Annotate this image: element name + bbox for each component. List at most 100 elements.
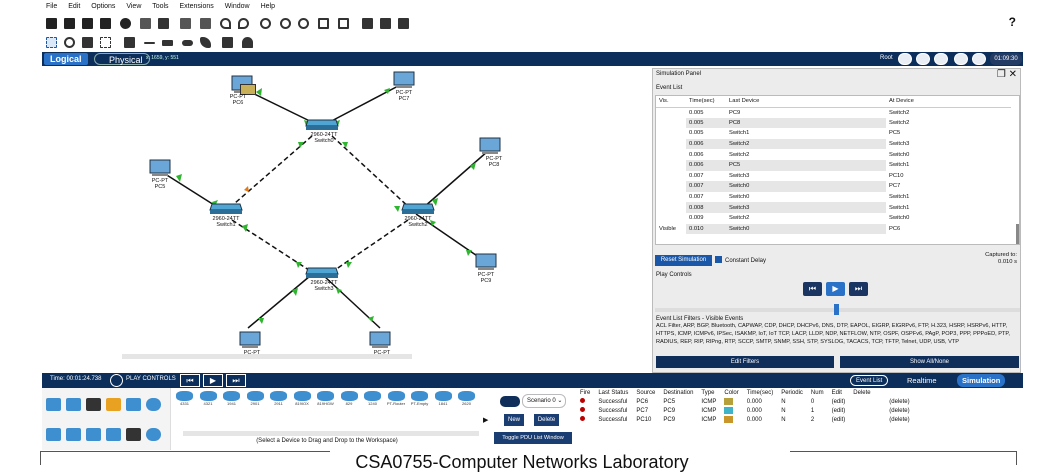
scenario-select[interactable]: Scenario 0 ⌄ — [522, 394, 566, 408]
pdu-cell-delete[interactable]: (delete) — [849, 406, 913, 415]
checkbox-checked-icon[interactable] — [715, 256, 722, 263]
pc6-node[interactable]: PC-PT PC6 — [228, 74, 260, 114]
step-back-icon[interactable]: ⏮ — [803, 282, 822, 296]
pdu-cell-delete[interactable]: (delete) — [849, 397, 913, 406]
end-devices-icon[interactable] — [66, 398, 81, 411]
scenario-toggle-icon[interactable] — [500, 396, 520, 407]
event-row[interactable]: 0.005 PC8 Switch2 — [656, 117, 1011, 129]
zoom-out-icon[interactable] — [298, 18, 309, 29]
pc11-node[interactable]: PC-PT — [238, 330, 270, 366]
back-icon[interactable] — [898, 53, 912, 65]
event-list-toggle[interactable]: Event List — [850, 375, 889, 386]
delete-scenario-button[interactable]: Delete — [534, 414, 559, 426]
device-model-item[interactable]: 819IOX — [293, 391, 312, 410]
back-button-icon[interactable]: ⏮ — [180, 374, 200, 387]
device-model-item[interactable]: 829 — [340, 391, 359, 410]
switch2-node[interactable]: 2960-24TT Switch2 — [400, 202, 440, 232]
tab-physical[interactable]: Physical — [94, 53, 150, 65]
note-icon[interactable] — [124, 37, 135, 48]
pdu-cell-edit[interactable]: (edit) — [828, 415, 850, 424]
pdu-cell-delete[interactable]: (delete) — [849, 415, 913, 424]
event-row[interactable]: 0.007 Switch0 PC7 — [656, 181, 1011, 192]
toggle-pdu-list-button[interactable]: Toggle PDU List Window — [494, 432, 572, 444]
fire-icon[interactable] — [580, 407, 585, 412]
switch0-node[interactable]: 2960-24TT Switch0 — [304, 118, 344, 148]
event-row[interactable]: 0.005 PC9 Switch2 — [656, 107, 1011, 118]
routers-icon[interactable] — [46, 428, 61, 441]
tab-logical[interactable]: Logical — [44, 53, 88, 65]
play-speed-slider[interactable] — [655, 304, 1020, 315]
simple-pdu-icon[interactable] — [222, 37, 233, 48]
inspect-icon[interactable] — [64, 37, 75, 48]
line-icon[interactable] — [144, 42, 155, 44]
device-model-item[interactable]: 1841 — [434, 391, 453, 410]
switches-icon[interactable] — [66, 428, 81, 441]
event-row[interactable]: 0.006 Switch2 Switch0 — [656, 149, 1011, 160]
print-icon[interactable] — [100, 18, 111, 29]
simulation-mode-tab[interactable]: Simulation — [957, 374, 1006, 387]
reset-simulation-button[interactable]: Reset Simulation — [655, 255, 712, 266]
device-model-item[interactable]: 4331 — [175, 391, 194, 410]
menu-help[interactable]: Help — [261, 3, 275, 10]
switch1-node[interactable]: 2960-24TT Switch1 — [208, 202, 248, 232]
menu-extensions[interactable]: Extensions — [180, 3, 214, 10]
device-model-item[interactable]: 819HGW — [316, 391, 335, 410]
activity-wizard-icon[interactable] — [158, 18, 169, 29]
info-icon[interactable] — [120, 18, 131, 29]
device-model-item[interactable]: PT-Empty — [410, 391, 429, 410]
new-scenario-button[interactable]: New — [504, 414, 524, 426]
pc9-node[interactable]: PC-PT PC9 — [474, 252, 506, 288]
menu-file[interactable]: File — [46, 3, 57, 10]
device-model-item[interactable]: 1941 — [222, 391, 241, 410]
custom-device-icon[interactable] — [338, 18, 349, 29]
cluster-icon[interactable] — [954, 53, 968, 65]
event-row[interactable]: 0.005 Switch1 PC5 — [656, 128, 1011, 139]
pc10-node[interactable]: PC-PT — [368, 330, 400, 366]
complex-pdu-icon[interactable] — [242, 37, 253, 48]
menu-window[interactable]: Window — [225, 3, 250, 10]
wireless-icon[interactable] — [106, 428, 121, 441]
paste-icon[interactable] — [200, 18, 211, 29]
play-icon[interactable]: ▶ — [826, 282, 845, 296]
switch3-node[interactable]: 2960-24TT Switch3 — [304, 266, 344, 296]
pdu-icon[interactable] — [380, 18, 391, 29]
components-icon[interactable] — [86, 398, 101, 411]
redo-icon[interactable] — [238, 18, 249, 29]
zoom-reset-icon[interactable] — [280, 18, 291, 29]
move-icon[interactable] — [934, 53, 948, 65]
pc5-node[interactable]: PC-PT PC5 — [148, 158, 180, 194]
network-info-icon[interactable] — [140, 18, 151, 29]
ellipse-icon[interactable] — [182, 40, 193, 46]
event-row[interactable]: 0.007 Switch0 Switch1 — [656, 192, 1011, 203]
freeform-icon[interactable] — [200, 37, 211, 48]
show-all-none-button[interactable]: Show All/None — [840, 356, 1019, 368]
wan-emulation-icon[interactable] — [146, 428, 161, 441]
step-forward-icon[interactable]: ⏭ — [849, 282, 868, 296]
pdu-fire[interactable] — [576, 415, 594, 424]
rectangle-icon[interactable] — [162, 40, 173, 46]
device-model-item[interactable]: 2620 — [457, 391, 476, 410]
pdu-fire[interactable] — [576, 406, 594, 415]
viewport-icon[interactable] — [972, 53, 986, 65]
event-row[interactable]: 0.009 Switch2 Switch0 — [656, 213, 1011, 224]
logical-workspace[interactable]: PC-PT PC6 PC-PT PC7 PC-PT PC5 PC-PT PC8 … — [42, 66, 648, 372]
restore-icon[interactable]: ❐ — [997, 69, 1006, 80]
network-devices-icon[interactable] — [46, 398, 61, 411]
menu-tools[interactable]: Tools — [152, 3, 168, 10]
event-row[interactable]: 0.006 Switch2 Switch3 — [656, 138, 1011, 150]
select-icon[interactable] — [46, 37, 57, 48]
edit-filters-button[interactable]: Edit Filters — [656, 356, 834, 368]
play-button-icon[interactable]: ▶ — [203, 374, 223, 387]
drawing-palette-icon[interactable] — [318, 18, 329, 29]
multiuser-icon[interactable] — [146, 398, 161, 411]
image-icon[interactable] — [398, 18, 409, 29]
menu-view[interactable]: View — [126, 3, 141, 10]
delete-icon[interactable] — [82, 37, 93, 48]
power-cycle-icon[interactable] — [110, 374, 123, 387]
menu-edit[interactable]: Edit — [68, 3, 80, 10]
connections-icon[interactable] — [106, 398, 121, 411]
expand-arrow-icon[interactable]: ▶ — [483, 416, 488, 424]
device-model-item[interactable]: 2901 — [246, 391, 265, 410]
help-icon[interactable]: ? — [1009, 15, 1016, 29]
device-model-item[interactable]: PT-Router — [387, 391, 406, 410]
